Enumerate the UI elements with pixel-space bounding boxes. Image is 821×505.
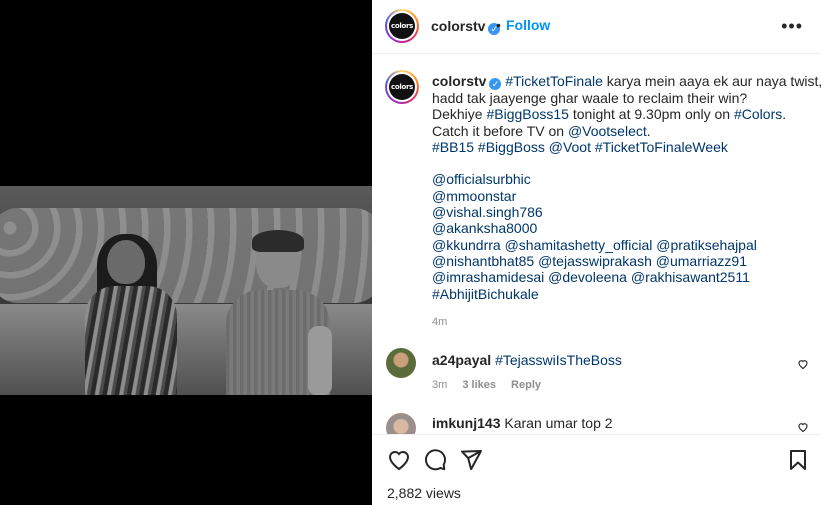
more-options-icon[interactable]: ••• [781,16,803,37]
colors-logo-icon: colors [389,13,415,39]
comment-hashtag[interactable]: #TejasswiIsTheBoss [495,352,622,368]
mention-link[interactable]: @mmoonstar [432,188,807,204]
comment-body: a24payal #TejasswiIsTheBoss [432,352,622,368]
post-header: colors colorstv ✓ • Follow ••• [372,0,821,54]
post-actions-bar: 2,882 views [372,434,821,505]
caption-author-avatar[interactable]: colors [385,70,419,104]
person-left [85,228,177,395]
comment-text: Karan umar top 2 [504,415,613,431]
person-right [222,230,334,395]
hashtag-line[interactable]: #BB15 #BiggBoss @Voot #TicketToFinaleWee… [432,139,807,155]
commenter-avatar[interactable] [386,413,416,434]
caption-timestamp[interactable]: 4m [432,316,447,328]
video-frame[interactable] [0,186,372,395]
bookmark-icon[interactable] [786,448,810,472]
author-username[interactable]: colorstv ✓ [431,18,501,35]
comment-like-icon[interactable] [797,358,809,370]
author-avatar[interactable]: colors [385,9,419,43]
comment-icon[interactable] [423,448,447,472]
comment-item-clipped: imkunj143 Karan umar top 2 [372,405,821,434]
share-icon[interactable] [459,448,483,472]
mention-line[interactable]: @nishantbhat85 @tejasswiprakash @umarria… [432,253,807,269]
comment-time[interactable]: 3m [432,379,447,391]
comment-likes[interactable]: 3 likes [462,379,496,391]
comment-body: imkunj143 Karan umar top 2 [432,415,613,431]
heart-icon[interactable] [387,448,411,472]
comment-username[interactable]: a24payal [432,352,491,368]
comment-like-icon[interactable] [797,421,809,433]
hashtag-link[interactable]: #AbhijitBichukale [432,286,807,302]
separator-dot: • [496,17,501,33]
instagram-post-view: colors colorstv ✓ • Follow ••• colors col… [0,0,821,505]
caption-author[interactable]: colorstv [432,73,486,89]
mention-link[interactable]: @akanksha8000 [432,220,807,236]
hashtag-link[interactable]: #Colors [734,106,782,122]
mention-link[interactable]: @Vootselect [568,123,647,139]
colors-logo-icon: colors [389,74,415,100]
commenter-avatar[interactable] [386,348,416,378]
post-caption: colorstv ✓ #TicketToFinale karya mein aay… [432,73,821,302]
hashtag-link[interactable]: #BiggBoss15 [486,106,569,122]
comment-meta: 3m 3 likes Reply [432,379,553,391]
verified-badge-icon: ✓ [489,78,502,90]
mention-link[interactable]: @vishal.singh786 [432,204,807,220]
mention-line[interactable]: @kkundrra @shamitashetty_official @prati… [432,237,807,253]
follow-button[interactable]: Follow [506,17,550,33]
reply-button[interactable]: Reply [511,379,541,391]
post-media-panel[interactable] [0,0,372,505]
mention-link[interactable]: @officialsurbhic [432,171,807,187]
hashtag-link[interactable]: #TicketToFinale [505,73,603,89]
comment-username[interactable]: imkunj143 [432,415,500,431]
post-side-panel: colors colorstv ✓ • Follow ••• colors col… [372,0,821,505]
view-count[interactable]: 2,882 views [387,485,461,501]
mention-line[interactable]: @imrashamidesai @devoleena @rakhisawant2… [432,269,807,285]
